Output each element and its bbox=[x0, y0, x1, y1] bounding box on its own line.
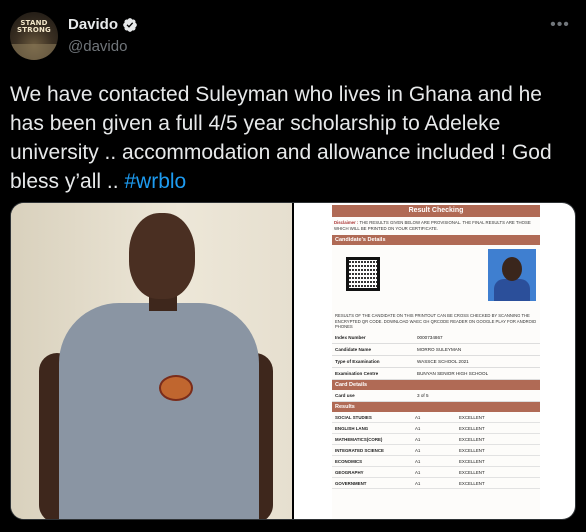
photo-person-shirt bbox=[59, 303, 259, 519]
detail-key: Index Number bbox=[335, 334, 366, 340]
result-row: ECONOMICS A1 EXCELLENT bbox=[332, 456, 540, 467]
result-row: MATHEMATICS(CORE) A1 EXCELLENT bbox=[332, 434, 540, 445]
detail-key: Type of Examination bbox=[335, 358, 380, 364]
detail-row: Index Number 0000734867 bbox=[332, 332, 540, 344]
result-grade: A1 bbox=[415, 436, 421, 442]
result-disclaimer: Disclaimer : THE RESULTS GIVEN BELOW ARE… bbox=[332, 217, 540, 235]
disclaimer-text: THE RESULTS GIVEN BELOW ARE PROVISIONAL.… bbox=[334, 220, 531, 231]
detail-value: 0000734867 bbox=[417, 334, 443, 340]
result-subject: ENGLISH LANG bbox=[335, 425, 369, 431]
result-subject: GEOGRAPHY bbox=[335, 469, 364, 475]
results-heading: Results bbox=[332, 401, 540, 412]
photo-person-head bbox=[129, 213, 195, 299]
result-grade: A1 bbox=[415, 414, 421, 420]
result-remark: EXCELLENT bbox=[459, 480, 485, 486]
result-remark: EXCELLENT bbox=[459, 414, 485, 420]
more-options-icon[interactable]: ••• bbox=[548, 16, 572, 36]
result-subject: ECONOMICS bbox=[335, 458, 363, 464]
detail-value: MORRO SULEYMAN bbox=[417, 346, 462, 352]
result-row: SOCIAL STUDIES A1 EXCELLENT bbox=[332, 412, 540, 423]
result-subject: MATHEMATICS(CORE) bbox=[335, 436, 383, 442]
detail-row: Candidate Name MORRO SULEYMAN bbox=[332, 344, 540, 356]
passport-photo-head bbox=[502, 257, 522, 281]
qr-note: RESULTS OF THE CANDIDATE ON THIS PRINTOU… bbox=[335, 313, 537, 330]
result-remark: EXCELLENT bbox=[459, 458, 485, 464]
result-subject: GOVERNMENT bbox=[335, 480, 367, 486]
detail-value: BUNYAN SENIOR HIGH SCHOOL bbox=[417, 370, 489, 376]
avatar-logo-text: STAND STRONG bbox=[17, 19, 51, 34]
hashtag-link[interactable]: #wrblo bbox=[124, 170, 186, 193]
result-grade: A1 bbox=[415, 425, 421, 431]
result-remark: EXCELLENT bbox=[459, 436, 485, 442]
result-row: ENGLISH LANG A1 EXCELLENT bbox=[332, 423, 540, 434]
passport-photo bbox=[488, 249, 536, 301]
result-remark: EXCELLENT bbox=[459, 469, 485, 475]
photo-portrait[interactable] bbox=[11, 203, 292, 519]
candidate-box bbox=[332, 245, 540, 311]
verified-badge-icon bbox=[123, 17, 137, 32]
photo-shirt-logo bbox=[159, 375, 193, 401]
result-subject: SOCIAL STUDIES bbox=[335, 414, 372, 420]
detail-row: Type of Examination WASSCE SCHOOL 2021 bbox=[332, 356, 540, 368]
tweet-header: STAND STRONG Davido @davido ••• bbox=[10, 12, 576, 66]
disclaimer-label: Disclaimer : bbox=[334, 220, 359, 225]
author-handle[interactable]: @davido bbox=[68, 38, 127, 55]
detail-key: Card use bbox=[335, 392, 355, 398]
card-heading: Card Details bbox=[332, 379, 540, 390]
result-subject: INTEGRATED SCIENCE bbox=[335, 447, 384, 453]
result-remark: EXCELLENT bbox=[459, 425, 485, 431]
result-grade: A1 bbox=[415, 447, 421, 453]
card-use-row: Card use 3 of 5 bbox=[332, 390, 540, 402]
author-name-row: Davido bbox=[68, 16, 138, 33]
photo-result-slip[interactable]: Result Checking Disclaimer : THE RESULTS… bbox=[294, 203, 575, 519]
result-doc-title: Result Checking bbox=[332, 205, 540, 217]
result-row: INTEGRATED SCIENCE A1 EXCELLENT bbox=[332, 445, 540, 456]
avatar[interactable]: STAND STRONG bbox=[10, 12, 58, 60]
result-grade: A1 bbox=[415, 458, 421, 464]
result-grade: A1 bbox=[415, 480, 421, 486]
result-document: Result Checking Disclaimer : THE RESULTS… bbox=[332, 205, 540, 519]
detail-row: Examination Centre BUNYAN SENIOR HIGH SCH… bbox=[332, 368, 540, 380]
detail-value: 3 of 5 bbox=[417, 392, 429, 398]
tweet-text: We have contacted Suleyman who lives in … bbox=[10, 83, 552, 193]
detail-key: Examination Centre bbox=[335, 370, 379, 376]
detail-value: WASSCE SCHOOL 2021 bbox=[417, 358, 469, 364]
tweet-media[interactable]: Result Checking Disclaimer : THE RESULTS… bbox=[10, 202, 576, 520]
passport-photo-body bbox=[494, 279, 530, 301]
result-row: GOVERNMENT A1 EXCELLENT bbox=[332, 478, 540, 489]
avatar-background bbox=[10, 44, 58, 60]
result-remark: EXCELLENT bbox=[459, 447, 485, 453]
result-grade: A1 bbox=[415, 469, 421, 475]
tweet-body: We have contacted Suleyman who lives in … bbox=[10, 80, 576, 196]
qr-code-frame bbox=[346, 257, 380, 291]
author-display-name[interactable]: Davido bbox=[68, 16, 118, 33]
candidate-heading: Candidate's Details bbox=[332, 235, 540, 245]
detail-key: Candidate Name bbox=[335, 346, 371, 352]
result-row: GEOGRAPHY A1 EXCELLENT bbox=[332, 467, 540, 478]
